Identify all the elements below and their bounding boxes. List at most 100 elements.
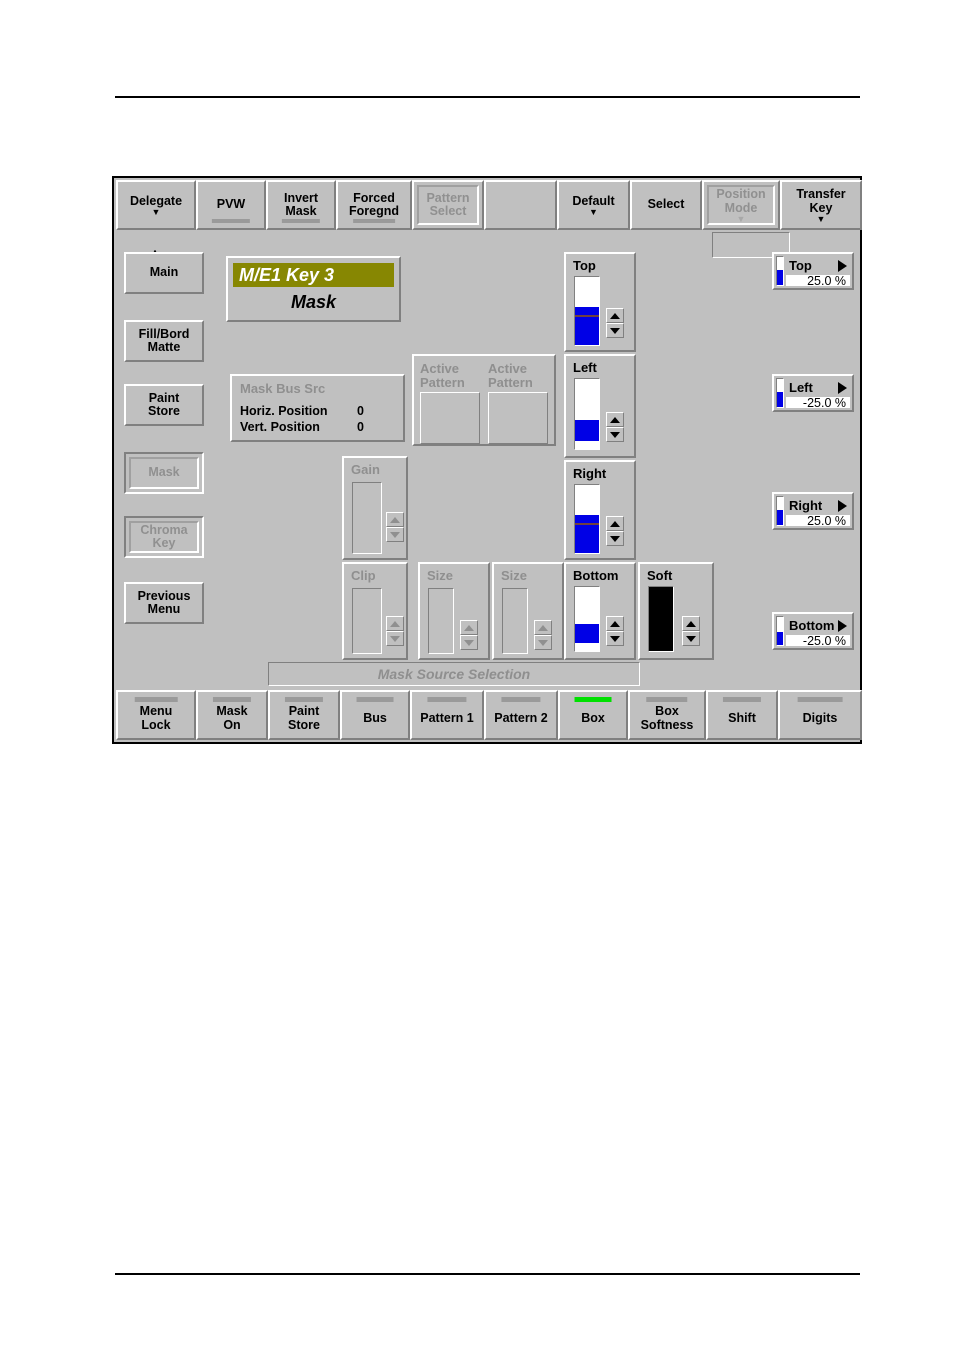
- header-button-label: Transfer Key: [796, 187, 846, 215]
- header-button-select[interactable]: Select: [630, 180, 702, 230]
- gain-slider-group: Gain: [342, 456, 408, 560]
- page-footer-rule: [115, 1273, 860, 1275]
- header-button-transfer-key[interactable]: Transfer Key ▼: [780, 180, 862, 230]
- disabled-inset-frame: [129, 457, 199, 489]
- size-slider-track-2[interactable]: [502, 588, 528, 654]
- left-slider-spinner[interactable]: [606, 412, 624, 442]
- bottom-button-box-softness[interactable]: Box Softness: [628, 690, 706, 740]
- readout-top-value: 25.0 %: [786, 274, 850, 288]
- sidebar-button-label: Fill/Bord Matte: [138, 326, 190, 354]
- button-indicator-bar: [427, 697, 467, 702]
- header-button-pattern-select[interactable]: Pattern Select: [412, 180, 484, 230]
- active-pattern-swatch-1[interactable]: [420, 392, 480, 445]
- sidebar-button-chroma-key: Chroma Key: [124, 516, 204, 558]
- menu-panel: Delegate ▼ PVW Invert Mask Forced Foregnd Patte…: [112, 176, 862, 744]
- readout-right[interactable]: Right 25.0 %: [772, 492, 854, 530]
- bottom-slider-spinner[interactable]: [606, 616, 624, 646]
- menu-title-box: M/E1 Key 3 Mask: [226, 256, 401, 322]
- header-button-forced-foregnd[interactable]: Forced Foregnd: [336, 180, 412, 230]
- header-button-position-mode[interactable]: Position Mode ▼: [702, 180, 780, 230]
- size-slider-group-2: Size: [492, 562, 564, 660]
- button-indicator-bar: [722, 697, 762, 702]
- active-pattern-group: Active Pattern Active Pattern: [412, 354, 556, 446]
- bottom-button-pattern-1[interactable]: Pattern 1: [410, 690, 484, 740]
- sidebar-button-paint-store[interactable]: Paint Store: [124, 384, 204, 426]
- bottom-button-box[interactable]: Box: [558, 690, 628, 740]
- active-pattern-cell-1[interactable]: Active Pattern: [420, 361, 484, 445]
- right-arrow-icon: [838, 499, 847, 512]
- sidebar-button-mask: Mask: [124, 452, 204, 494]
- gain-slider-track[interactable]: [352, 482, 382, 554]
- vert-position-label: Vert. Position: [240, 420, 320, 434]
- bottom-button-menu-lock[interactable]: Menu Lock: [116, 690, 196, 740]
- active-pattern-label-1: Active Pattern: [420, 361, 465, 391]
- bottom-button-label: Mask On: [216, 704, 248, 732]
- soft-slider-track[interactable]: [648, 586, 674, 652]
- clip-slider-group: Clip: [342, 562, 408, 660]
- button-indicator-bar: [646, 697, 688, 702]
- size-spinner-1[interactable]: [460, 620, 478, 650]
- bottom-button-mask-on[interactable]: Mask On: [196, 690, 268, 740]
- bottom-slider-track[interactable]: [574, 586, 600, 652]
- active-pattern-label-2: Active Pattern: [488, 361, 533, 391]
- header-button-delegate[interactable]: Delegate ▼: [116, 180, 196, 230]
- vert-position-value: 0: [357, 420, 364, 434]
- gain-spinner[interactable]: [386, 512, 404, 542]
- button-indicator-bar: [134, 697, 178, 702]
- right-slider-fill: [575, 514, 599, 553]
- size-spinner-2[interactable]: [534, 620, 552, 650]
- top-slider-label: Top: [573, 258, 596, 273]
- bottom-button-digits[interactable]: Digits: [778, 690, 862, 740]
- top-slider-thumb[interactable]: [575, 315, 599, 318]
- readout-right-value: 25.0 %: [786, 514, 850, 528]
- right-slider-thumb[interactable]: [575, 523, 599, 526]
- clip-slider-track[interactable]: [352, 588, 382, 654]
- disabled-inset-frame: [707, 185, 775, 225]
- readout-top-labelrow: Top: [786, 256, 850, 275]
- top-button-row: Delegate ▼ PVW Invert Mask Forced Foregnd Patte…: [116, 180, 862, 230]
- mask-source-selection-bar[interactable]: Mask Source Selection: [268, 662, 640, 686]
- soft-slider-spinner[interactable]: [682, 616, 700, 646]
- readout-right-label: Right: [789, 498, 823, 513]
- mask-bus-src-title: Mask Bus Src: [240, 381, 326, 396]
- button-indicator-bar: [356, 697, 394, 702]
- bottom-button-pattern-2[interactable]: Pattern 2: [484, 690, 558, 740]
- sidebar-button-label: Main: [149, 265, 179, 280]
- active-pattern-cell-2[interactable]: Active Pattern: [488, 361, 552, 445]
- active-pattern-swatch-2[interactable]: [488, 392, 548, 445]
- bottom-button-shift[interactable]: Shift: [706, 690, 778, 740]
- clip-spinner[interactable]: [386, 616, 404, 646]
- readout-bottom-label: Bottom: [789, 618, 835, 633]
- top-slider-spinner[interactable]: [606, 308, 624, 338]
- header-button-blank: [484, 180, 557, 230]
- header-button-default[interactable]: Default ▼: [557, 180, 630, 230]
- bottom-button-bus[interactable]: Bus: [340, 690, 410, 740]
- menu-title-subtitle: Mask: [290, 291, 337, 312]
- right-arrow-icon: [838, 381, 847, 394]
- size-label-1: Size: [427, 568, 454, 583]
- sidebar-button-main[interactable]: Main: [124, 252, 204, 294]
- readout-top[interactable]: Top 25.0 %: [772, 252, 854, 290]
- right-slider-track[interactable]: [574, 484, 600, 554]
- header-button-pvw[interactable]: PVW: [196, 180, 266, 230]
- menu-title-banner: M/E1 Key 3: [233, 263, 394, 287]
- sidebar-button-previous-menu[interactable]: Previous Menu: [124, 582, 204, 624]
- horiz-position-label: Horiz. Position: [240, 404, 328, 418]
- top-slider-track[interactable]: [574, 276, 600, 346]
- readout-left[interactable]: Left -25.0 %: [772, 374, 854, 412]
- readout-bottom[interactable]: Bottom -25.0 %: [772, 612, 854, 650]
- bottom-button-label: Paint Store: [288, 704, 320, 732]
- bottom-button-label: Box Softness: [640, 704, 694, 732]
- bottom-slider-group: Bottom: [564, 562, 636, 660]
- bottom-button-label: Pattern 2: [494, 710, 548, 725]
- bottom-button-paint-store[interactable]: Paint Store: [268, 690, 340, 740]
- left-slider-track[interactable]: [574, 378, 600, 450]
- button-indicator-bar: [212, 697, 252, 702]
- clip-label: Clip: [351, 568, 376, 583]
- right-slider-spinner[interactable]: [606, 516, 624, 546]
- header-button-invert-mask[interactable]: Invert Mask: [266, 180, 336, 230]
- readout-left-value: -25.0 %: [786, 396, 850, 410]
- size-slider-track-1[interactable]: [428, 588, 454, 654]
- sidebar-button-fill-bord-matte[interactable]: Fill/Bord Matte: [124, 320, 204, 362]
- button-indicator-bar: [353, 219, 395, 223]
